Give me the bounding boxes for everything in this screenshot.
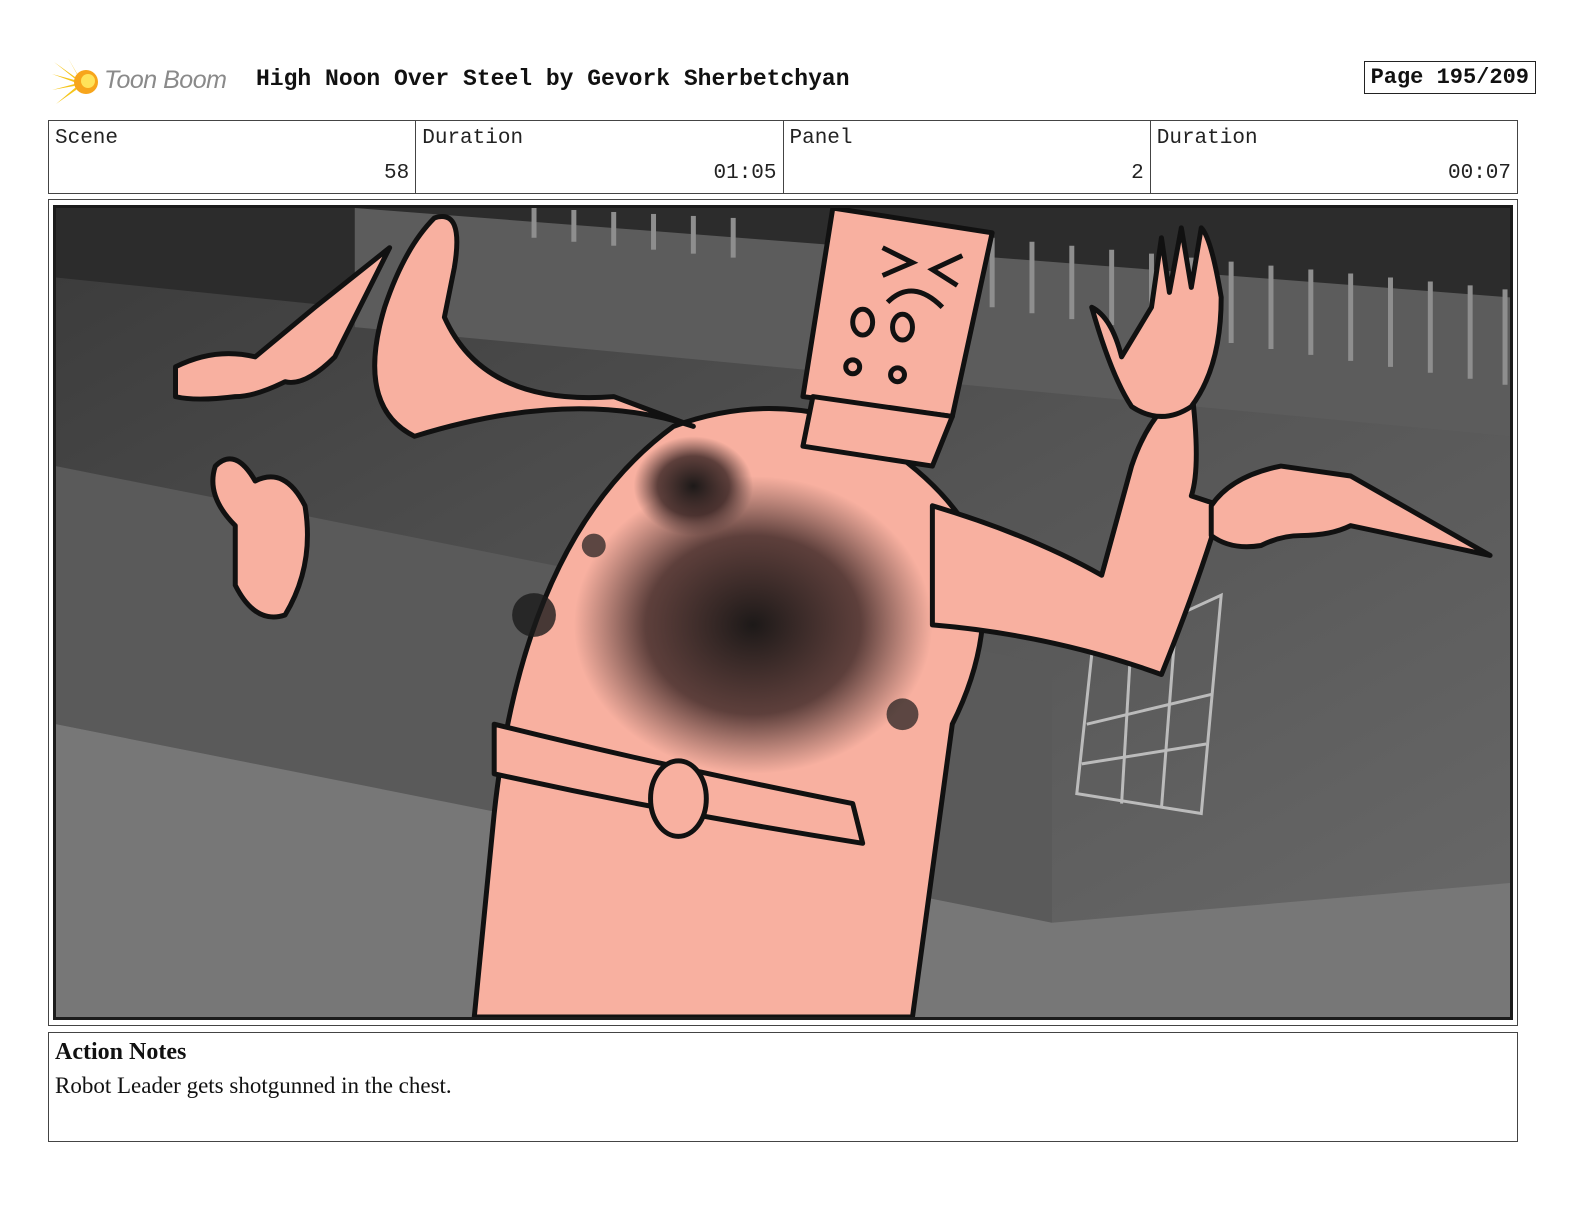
storyboard-panel-frame	[48, 199, 1518, 1026]
logo-text: Toon Boom	[104, 66, 227, 94]
action-notes-title: Action Notes	[55, 1039, 187, 1065]
shot-info-table: Scene 58 Duration 01:05 Panel 2 Duration…	[48, 120, 1518, 194]
page-number: Page 195/209	[1363, 61, 1536, 94]
panel-label: Panel	[789, 127, 853, 150]
blood-drop	[581, 533, 606, 558]
document-title: High Noon Over Steel by Gevork Sherbetch…	[256, 66, 850, 92]
panel-value: 2	[1131, 162, 1144, 185]
scene-duration-label: Duration	[422, 127, 524, 150]
panel-duration-cell: Duration 00:07	[1151, 121, 1517, 193]
starburst-icon	[52, 58, 98, 104]
page-header: Toon Boom High Noon Over Steel by Gevork…	[52, 56, 1536, 108]
belt-buckle	[648, 758, 709, 839]
panel-illustration	[56, 208, 1510, 1017]
scene-value: 58	[384, 162, 410, 185]
action-notes: Action Notes Robot Leader gets shotgunne…	[48, 1032, 1518, 1142]
scene-cell: Scene 58	[49, 121, 417, 193]
panel-duration-label: Duration	[1156, 127, 1258, 150]
panel-cell: Panel 2	[784, 121, 1151, 193]
storyboard-panel-image	[53, 205, 1513, 1020]
scene-label: Scene	[55, 127, 119, 150]
scene-duration-value: 01:05	[713, 162, 777, 185]
blood-splatter	[573, 476, 933, 774]
blood-splatter-upper	[633, 436, 754, 536]
blood-drop	[512, 593, 556, 637]
toon-boom-logo: Toon Boom	[52, 56, 242, 108]
action-notes-text: Robot Leader gets shotgunned in the ches…	[55, 1073, 452, 1098]
panel-duration-value: 00:07	[1447, 162, 1511, 185]
scene-duration-cell: Duration 01:05	[416, 121, 784, 193]
blood-drop	[886, 698, 919, 731]
